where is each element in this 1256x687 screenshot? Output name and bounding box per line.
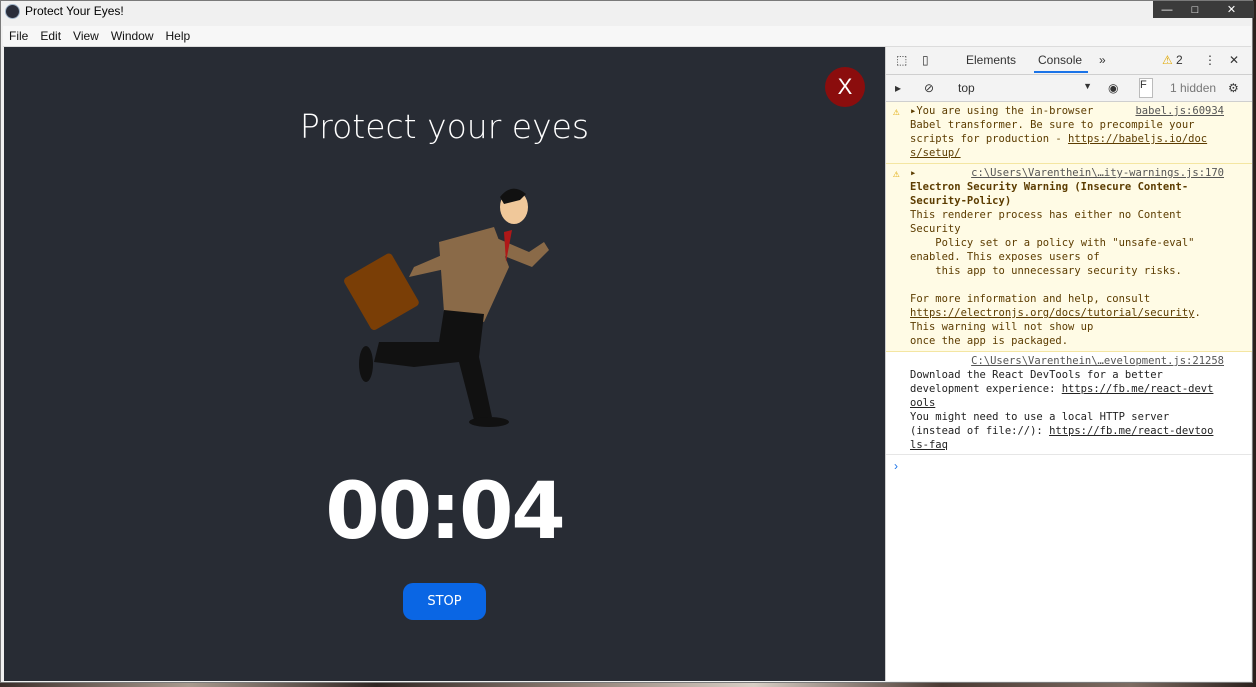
menu-help[interactable]: Help xyxy=(160,29,197,43)
warning-count[interactable]: 2 xyxy=(1176,53,1183,67)
menu-view[interactable]: View xyxy=(67,29,105,43)
menu-file[interactable]: File xyxy=(3,29,34,43)
tab-console[interactable]: Console xyxy=(1034,53,1089,73)
context-select[interactable]: top ▼ xyxy=(952,78,1092,96)
menu-edit[interactable]: Edit xyxy=(34,29,67,43)
babel-link[interactable]: s/setup/ xyxy=(910,147,961,159)
inspect-icon[interactable]: ⬚ xyxy=(896,53,907,67)
title-bar: Protect Your Eyes! — □ ✕ xyxy=(1,1,1254,23)
devtools-panel: ⬚ ▯ Elements Console » ⚠ 2 ⋮ ✕ ▸ ⊘ top ▼… xyxy=(885,47,1252,681)
console-message-info: C:\Users\Varenthein\…evelopment.js:21258… xyxy=(886,352,1252,455)
message-text: Electron Security Warning (Insecure Cont… xyxy=(910,180,1228,348)
stop-button[interactable]: STOP xyxy=(403,583,486,620)
device-toggle-icon[interactable]: ▯ xyxy=(922,53,929,67)
context-value: top xyxy=(958,81,975,95)
babel-link[interactable]: https://babeljs.io/doc xyxy=(1068,133,1207,145)
console-prompt[interactable]: › xyxy=(894,459,898,473)
shoe-shape xyxy=(469,417,509,427)
legs-shape xyxy=(374,310,492,420)
app-content: X Protect your eyes 00:04 STOP xyxy=(4,47,885,681)
sidebar-toggle-icon[interactable]: ▸ xyxy=(895,81,901,95)
page-title: Protect your eyes xyxy=(299,107,590,146)
message-source-link[interactable]: C:\Users\Varenthein\…evelopment.js:21258 xyxy=(971,354,1224,368)
app-window: Protect Your Eyes! — □ ✕ File Edit View … xyxy=(0,0,1254,683)
running-man-illustration xyxy=(344,188,549,427)
gear-icon[interactable]: ⚙ xyxy=(1228,81,1239,95)
message-text: Download the React DevTools for a better… xyxy=(910,368,1228,452)
menu-window[interactable]: Window xyxy=(105,29,160,43)
window-title: Protect Your Eyes! xyxy=(25,4,124,18)
devtools-tabbar: ⬚ ▯ Elements Console » ⚠ 2 ⋮ ✕ xyxy=(886,47,1252,75)
message-heading: Electron Security Warning (Insecure Cont… xyxy=(910,181,1189,193)
window-controls: — □ ✕ xyxy=(1153,1,1254,19)
message-line: Babel transformer. Be sure to precompile… xyxy=(910,119,1195,131)
menu-bar: File Edit View Window Help xyxy=(3,26,1251,47)
console-message-warning: ⚠ ▸ c:\Users\Varenthein\…ity-warnings.js… xyxy=(886,164,1252,352)
maximize-button[interactable]: □ xyxy=(1181,1,1209,18)
filter-input[interactable]: F xyxy=(1139,78,1153,98)
react-devtools-link[interactable]: https://fb.me/react-devt xyxy=(1062,383,1214,395)
menu-kebab-icon[interactable]: ⋮ xyxy=(1204,53,1216,67)
warning-icon: ⚠ xyxy=(893,105,900,118)
shoe-shape xyxy=(359,346,373,382)
message-source-link[interactable]: c:\Users\Varenthein\…ity-warnings.js:170 xyxy=(971,166,1224,180)
electron-app-icon xyxy=(5,4,20,19)
clear-console-icon[interactable]: ⊘ xyxy=(924,81,934,95)
console-toolbar: ▸ ⊘ top ▼ ◉ F 1 hidden ⚙ xyxy=(886,75,1252,102)
message-line: scripts for production - xyxy=(910,133,1069,145)
message-heading: Security-Policy) xyxy=(910,195,1012,207)
electron-security-link[interactable]: https://electronjs.org/docs/tutorial/sec… xyxy=(910,307,1194,319)
message-line: ▸You are using the in-browser xyxy=(910,105,1094,117)
more-tabs-icon[interactable]: » xyxy=(1099,53,1106,67)
react-devtools-link[interactable]: ools xyxy=(910,397,935,409)
close-window-button[interactable]: ✕ xyxy=(1209,1,1254,18)
expand-triangle-icon[interactable]: ▸ xyxy=(910,166,916,180)
message-text: ▸You are using the in-browser Babel tran… xyxy=(910,104,1228,160)
close-app-button[interactable]: X xyxy=(825,67,865,107)
briefcase-shape xyxy=(344,253,419,331)
react-devtools-faq-link[interactable]: https://fb.me/react-devtoo xyxy=(1049,425,1213,437)
eye-icon[interactable]: ◉ xyxy=(1108,81,1118,95)
warning-icon: ⚠ xyxy=(893,167,900,180)
chevron-down-icon: ▼ xyxy=(1083,81,1092,91)
warning-icon[interactable]: ⚠ xyxy=(1162,53,1173,67)
close-devtools-icon[interactable]: ✕ xyxy=(1229,53,1239,67)
tab-elements[interactable]: Elements xyxy=(966,53,1016,67)
console-message-warning: ⚠ babel.js:60934 ▸You are using the in-b… xyxy=(886,102,1252,164)
react-devtools-faq-link[interactable]: ls-faq xyxy=(910,439,948,451)
minimize-button[interactable]: — xyxy=(1153,1,1181,18)
message-line: This renderer process has either no Cont… xyxy=(910,209,1195,305)
hidden-count[interactable]: 1 hidden xyxy=(1170,81,1216,95)
countdown-timer: 00:04 xyxy=(325,467,565,557)
